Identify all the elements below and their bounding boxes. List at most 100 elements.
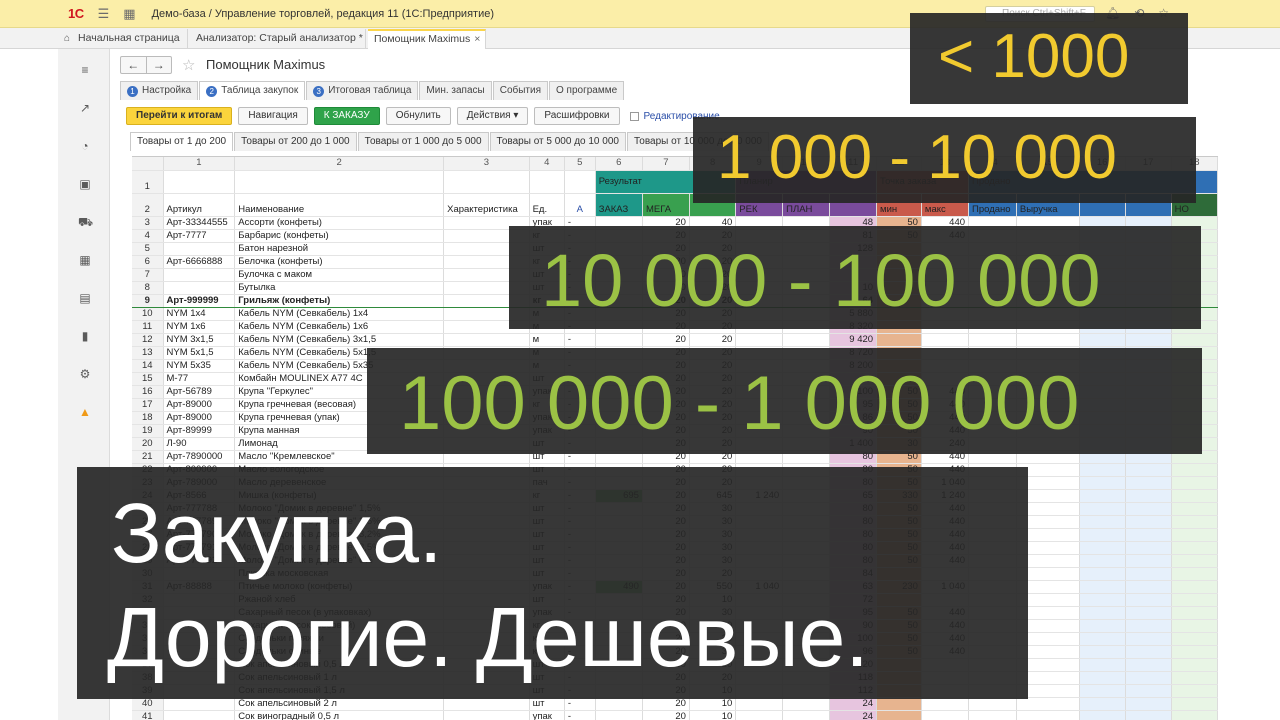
header-article[interactable]: Артикул	[163, 193, 236, 217]
cell-article[interactable]	[163, 710, 236, 720]
cell-article[interactable]: Арт-56789	[163, 385, 236, 399]
gear-icon[interactable]: ⚙	[78, 367, 92, 381]
cell-col17[interactable]	[1125, 593, 1172, 607]
cell-article[interactable]: Арт-89999	[163, 424, 236, 438]
cell-col18[interactable]	[1171, 697, 1218, 711]
menu-icon[interactable]: ☰	[98, 6, 110, 22]
cell-article[interactable]: Арт-89000	[163, 411, 236, 425]
cell-a[interactable]: -	[564, 333, 596, 347]
cell-col16[interactable]	[1079, 645, 1126, 659]
cell-col17[interactable]	[1125, 710, 1172, 720]
tab-home[interactable]: ⌂ Начальная страница	[58, 29, 188, 49]
cell-col9[interactable]	[735, 333, 784, 347]
cell-name[interactable]: Сок виноградный 0,5 л	[234, 710, 445, 720]
cell-mega[interactable]: 20	[642, 333, 690, 347]
column-number[interactable]: 5	[564, 157, 596, 171]
cell-col14[interactable]	[968, 333, 1017, 347]
cell-col16[interactable]	[1079, 697, 1126, 711]
cell-col17[interactable]	[1125, 476, 1172, 490]
cell-col13[interactable]	[921, 333, 970, 347]
actions-dropdown[interactable]: Действия ▾	[456, 107, 529, 125]
back-button[interactable]: ←	[121, 57, 147, 73]
cell-col18[interactable]	[1171, 489, 1218, 503]
cell-name[interactable]: Кабель NYM (Севкабель) 1x4	[234, 307, 445, 321]
cell-col16[interactable]	[1079, 554, 1126, 568]
cell-col16[interactable]	[1079, 619, 1126, 633]
pyramid-icon[interactable]: ▲	[78, 405, 92, 419]
cell-col12[interactable]	[876, 710, 922, 720]
cell-col18[interactable]	[1171, 515, 1218, 529]
cell-col17[interactable]	[1125, 697, 1172, 711]
cell-col18[interactable]	[1171, 684, 1218, 698]
cell-mega[interactable]: 20	[642, 710, 690, 720]
favorite-star-icon[interactable]: ☆	[182, 56, 195, 74]
cell-col13[interactable]	[921, 710, 970, 720]
cell-col10[interactable]	[782, 710, 831, 720]
cell-col16[interactable]	[1079, 671, 1126, 685]
forward-button[interactable]: →	[147, 57, 172, 73]
cell-col16[interactable]	[1079, 658, 1126, 672]
cell-name[interactable]: Бутылка	[234, 281, 445, 295]
tab-price-5000-10000[interactable]: Товары от 5 000 до 10 000	[489, 132, 626, 151]
editing-checkbox[interactable]	[629, 111, 639, 121]
cell-col18[interactable]	[1171, 619, 1218, 633]
cell-a[interactable]: -	[564, 710, 596, 720]
cell-col12[interactable]	[876, 333, 922, 347]
decode-button[interactable]: Расшифровки	[534, 107, 620, 125]
navigation-button[interactable]: Навигация	[238, 107, 308, 125]
cell-characteristic[interactable]	[443, 710, 530, 720]
cell-article[interactable]: NYM 5x1,5	[163, 346, 236, 360]
cell-col10[interactable]	[782, 333, 831, 347]
cart-icon[interactable]: ⛟	[78, 215, 93, 229]
cell-col16[interactable]	[1079, 567, 1126, 581]
cell-col15[interactable]	[1016, 333, 1080, 347]
cell-article[interactable]: NYM 1x6	[163, 320, 236, 334]
cell-article[interactable]: Арт-7890000	[163, 450, 236, 464]
cell-col18[interactable]	[1171, 333, 1218, 347]
cell-name[interactable]: Кабель NYM (Севкабель) 1x6	[234, 320, 445, 334]
cell-col16[interactable]	[1079, 333, 1126, 347]
cell-col18[interactable]	[1171, 567, 1218, 581]
grid-icon[interactable]: ▦	[78, 253, 92, 267]
cell-name[interactable]: Батон нарезной	[234, 242, 445, 256]
tab-price-200-1000[interactable]: Товары от 200 до 1 000	[234, 132, 357, 151]
cell-col16[interactable]	[1079, 580, 1126, 594]
cell-col18[interactable]	[1171, 528, 1218, 542]
tab-settings[interactable]: 1 Настройка	[120, 81, 199, 100]
reset-button[interactable]: Обнулить	[385, 107, 451, 125]
cell-col16[interactable]	[1079, 632, 1126, 646]
cell-col16[interactable]	[1079, 593, 1126, 607]
cell-col16[interactable]	[1079, 463, 1126, 477]
cell-col18[interactable]	[1171, 645, 1218, 659]
cell-order[interactable]	[595, 710, 643, 720]
tab-purchase-table[interactable]: 2 Таблица закупок	[199, 81, 306, 100]
cell-name[interactable]: Грильяж (конфеты)	[234, 293, 445, 308]
to-order-button[interactable]: К ЗАКАЗУ	[313, 107, 380, 125]
cell-col16[interactable]	[1079, 476, 1126, 490]
cell-article[interactable]	[163, 268, 236, 282]
column-number[interactable]: 3	[443, 157, 530, 171]
cell-article[interactable]: Л-90	[163, 437, 236, 451]
cell-col17[interactable]	[1125, 619, 1172, 633]
cell-col16[interactable]	[1079, 684, 1126, 698]
table-row[interactable]: 41 Сок виноградный 0,5 л упак - 20 10 24	[132, 710, 1218, 720]
column-number[interactable]: 7	[642, 157, 690, 171]
cell-name[interactable]: Барбарис (конфеты)	[234, 229, 445, 243]
bag-icon[interactable]: ▣	[78, 177, 92, 191]
cell-article[interactable]: NYM 3x1,5	[163, 333, 236, 347]
cell-col16[interactable]	[1079, 528, 1126, 542]
cell-col17[interactable]	[1125, 645, 1172, 659]
cell-col18[interactable]	[1171, 476, 1218, 490]
column-number[interactable]: 6	[595, 157, 643, 171]
cell-col17[interactable]	[1125, 502, 1172, 516]
warehouse-icon[interactable]: ▤	[78, 291, 92, 305]
cell-col9[interactable]	[735, 710, 784, 720]
header-unit[interactable]: Ед.	[529, 193, 565, 217]
cell-article[interactable]: М-77	[163, 372, 236, 386]
cell-col17[interactable]	[1125, 554, 1172, 568]
cell-order[interactable]	[595, 333, 643, 347]
cell-col16[interactable]	[1079, 541, 1126, 555]
cell-col18[interactable]	[1171, 606, 1218, 620]
cell-col18[interactable]	[1171, 580, 1218, 594]
cell-col17[interactable]	[1125, 489, 1172, 503]
